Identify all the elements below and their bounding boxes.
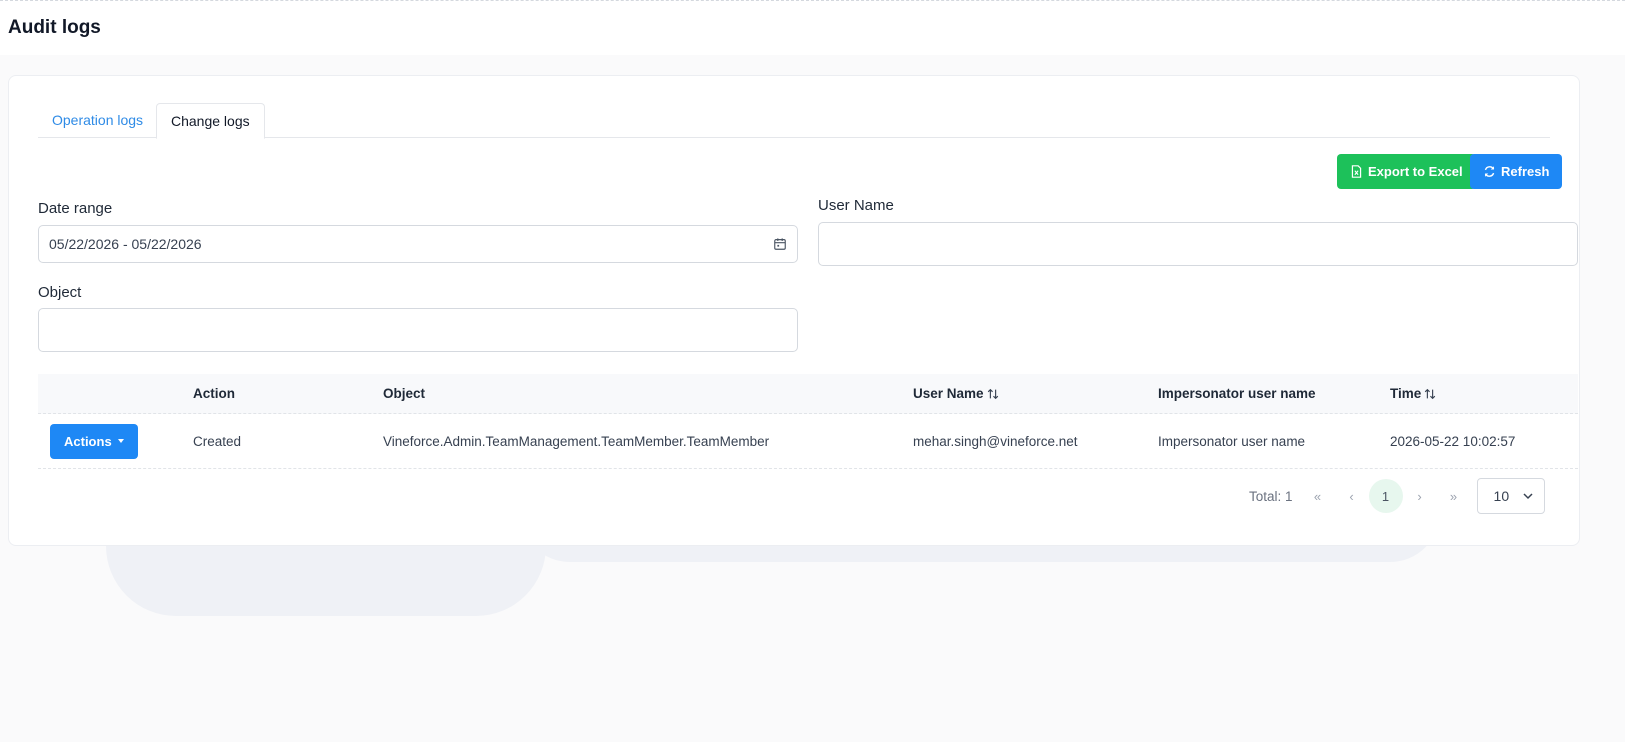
table-row: Actions Created Vineforce.Admin.TeamMana… [38, 414, 1578, 469]
actions-button-label: Actions [64, 433, 112, 449]
refresh-icon [1484, 166, 1495, 177]
header-object: Object [383, 386, 426, 401]
user-name-label: User Name [818, 197, 894, 214]
user-name-input[interactable] [818, 222, 1578, 266]
header-time-label: Time [1390, 386, 1422, 401]
sort-icon[interactable] [986, 387, 1000, 401]
table-header-row: Action Object User Name Impersonator use… [38, 374, 1578, 414]
last-page-button[interactable]: » [1437, 479, 1471, 513]
excel-file-icon [1351, 165, 1362, 178]
header-impersonator: Impersonator user name [1158, 386, 1316, 401]
current-page-button[interactable]: 1 [1368, 479, 1403, 513]
object-input[interactable] [38, 308, 798, 352]
change-logs-table: Action Object User Name Impersonator use… [38, 374, 1578, 469]
tabs-bar: Operation logs Change logs [38, 103, 1550, 139]
actions-dropdown-button[interactable]: Actions [50, 423, 138, 459]
object-label: Object [38, 284, 82, 301]
next-page-button[interactable]: › [1403, 479, 1437, 513]
cell-user-name: mehar.singh@vineforce.net [913, 433, 1078, 449]
caret-down-icon [117, 439, 124, 443]
page-title: Audit logs [8, 17, 101, 38]
row-actions-cell: Actions [50, 414, 138, 468]
chevron-down-icon [1523, 493, 1533, 500]
tab-operation-logs[interactable]: Operation logs [38, 103, 157, 138]
sort-icon[interactable] [1423, 387, 1437, 401]
header-user-name[interactable]: User Name [913, 374, 1000, 413]
date-range-input[interactable]: 05/22/2026 - 05/22/2026 [38, 225, 798, 263]
export-to-excel-button[interactable]: Export to Excel [1337, 154, 1476, 189]
pagination: Total: 1 « ‹ 1 › » 10 [1249, 478, 1545, 514]
pagination-total: Total: 1 [1249, 488, 1293, 504]
tab-change-logs[interactable]: Change logs [156, 103, 265, 139]
page-size-value: 10 [1493, 488, 1510, 504]
first-page-button[interactable]: « [1301, 479, 1335, 513]
top-bar: Audit logs [0, 0, 1625, 55]
cell-action: Created [193, 433, 242, 449]
date-range-value: 05/22/2026 - 05/22/2026 [49, 236, 202, 252]
header-user-name-label: User Name [913, 386, 984, 401]
export-button-label: Export to Excel [1368, 164, 1463, 179]
date-range-label: Date range [38, 200, 113, 217]
page-size-select[interactable]: 10 [1476, 478, 1545, 514]
cell-impersonator: Impersonator user name [1158, 433, 1306, 449]
header-time[interactable]: Time [1390, 374, 1437, 413]
previous-page-button[interactable]: ‹ [1335, 479, 1369, 513]
refresh-button-label: Refresh [1501, 164, 1550, 179]
header-action: Action [193, 386, 235, 401]
calendar-icon [774, 238, 786, 250]
audit-logs-card: Operation logs Change logs Export to Exc… [8, 75, 1580, 546]
refresh-button[interactable]: Refresh [1470, 154, 1563, 189]
cell-object: Vineforce.Admin.TeamManagement.TeamMembe… [383, 433, 770, 449]
cell-time: 2026-05-22 10:02:57 [1390, 433, 1516, 449]
